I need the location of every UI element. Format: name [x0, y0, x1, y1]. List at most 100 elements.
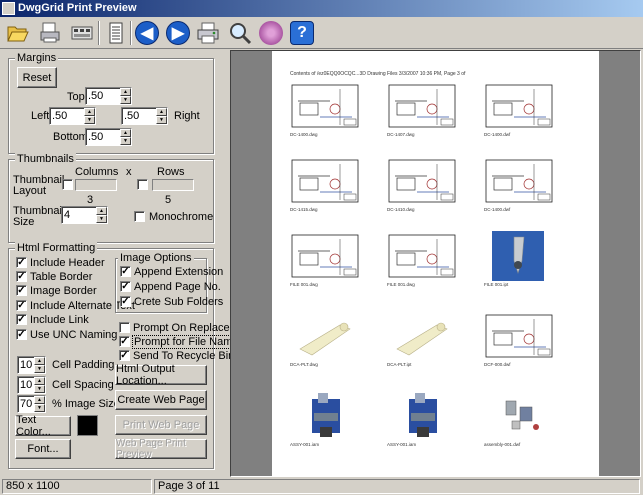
spin-down-icon[interactable]: ▼	[96, 215, 107, 223]
top-margin-input[interactable]	[88, 89, 118, 103]
table-border-checkbox[interactable]: ✓	[16, 271, 27, 282]
bottom-margin-label: Bottom	[53, 131, 88, 143]
include-alternate-text-checkbox[interactable]: ✓	[16, 300, 27, 311]
print-preview-area[interactable]: Contents of /ez0EQQ0OCQC...3D Drawing Fi…	[230, 50, 641, 477]
image-size-spinner[interactable]: ▲▼	[17, 395, 46, 413]
columns-slider-handle[interactable]	[62, 179, 73, 190]
spin-down-icon[interactable]: ▼	[120, 137, 131, 145]
spin-down-icon[interactable]: ▼	[84, 116, 95, 124]
single-page-button[interactable]	[102, 19, 130, 47]
next-page-icon: ▶	[166, 21, 190, 45]
thumbnail-item[interactable]: ASSY-001.iam	[290, 391, 360, 451]
image-size-input[interactable]	[20, 397, 34, 411]
image-size-label: % Image Size	[52, 398, 120, 410]
right-margin-input[interactable]	[124, 109, 154, 123]
thumbnail-item[interactable]: DCA-PLT.dwg	[290, 311, 360, 371]
right-margin-label: Right	[174, 110, 200, 122]
spin-up-icon[interactable]: ▲	[96, 207, 107, 215]
thumbnail-size-spinner[interactable]: ▲▼	[61, 206, 108, 224]
help-icon: ?	[290, 21, 314, 45]
previous-page-button[interactable]: ◀	[133, 19, 161, 47]
thumbnail-item[interactable]: DC-1400.dwf	[484, 156, 554, 216]
cell-spacing-input[interactable]	[20, 378, 34, 392]
thumbnail-item[interactable]: DC-1410.dwg	[387, 156, 457, 216]
spin-up-icon[interactable]: ▲	[34, 357, 45, 365]
columns-slider-track[interactable]	[75, 179, 117, 191]
text-color-swatch[interactable]	[77, 415, 98, 436]
thumbnail-item[interactable]: DC-1407.dwg	[387, 81, 457, 141]
use-unc-naming-checkbox[interactable]: ✓	[16, 329, 27, 340]
thumbnail-item[interactable]: DC-1400.dwf	[484, 81, 554, 141]
left-margin-input[interactable]	[52, 109, 82, 123]
right-margin-spinner[interactable]: ▲▼	[121, 107, 168, 125]
cell-spacing-spinner[interactable]: ▲▼	[17, 376, 46, 394]
prompt-for-file-name-checkbox[interactable]: ✓	[119, 336, 130, 347]
thumbnail-image	[290, 156, 360, 206]
thumbnail-item[interactable]: ASSY-001.iam	[387, 391, 457, 451]
spin-up-icon[interactable]: ▲	[156, 108, 167, 116]
create-sub-folders-checkbox[interactable]: ✓	[120, 296, 131, 307]
create-web-page-button[interactable]: Create Web Page	[115, 390, 207, 410]
append-extension-checkbox[interactable]: ✓	[120, 266, 131, 277]
left-margin-spinner[interactable]: ▲▼	[49, 107, 96, 125]
thumbnail-image	[387, 311, 457, 361]
spin-down-icon[interactable]: ▼	[34, 365, 45, 373]
printer-button[interactable]	[194, 19, 222, 47]
image-border-checkbox[interactable]: ✓	[16, 285, 27, 296]
text-color-button[interactable]: Text Color...	[15, 414, 71, 438]
bottom-margin-spinner[interactable]: ▲▼	[85, 128, 132, 146]
thumbnail-item[interactable]: FILE 001.dwg	[387, 231, 457, 291]
thumbnail-image	[484, 81, 554, 131]
web-page-print-preview-button[interactable]: Web Page Print Preview	[115, 438, 207, 460]
cell-padding-input[interactable]	[20, 358, 34, 372]
monochrome-label: Monochrome	[149, 211, 214, 223]
spin-up-icon[interactable]: ▲	[120, 129, 131, 137]
preview-page: Contents of /ez0EQQ0OCQC...3D Drawing Fi…	[272, 51, 599, 477]
spin-down-icon[interactable]: ▼	[34, 404, 45, 412]
help-button[interactable]: ?	[288, 19, 316, 47]
thumbnail-caption: FILE 001.ipt	[484, 282, 509, 287]
top-margin-spinner[interactable]: ▲▼	[85, 87, 132, 105]
font-button[interactable]: Font...	[15, 439, 71, 459]
thumbnail-item[interactable]: assembly-001.dwf	[484, 391, 554, 451]
include-header-checkbox[interactable]: ✓	[16, 257, 27, 268]
open-button[interactable]	[4, 19, 32, 47]
prompt-on-replace-checkbox[interactable]	[119, 322, 130, 333]
print-web-page-button[interactable]: Print Web Page	[115, 415, 207, 435]
thumbnail-item[interactable]: FILE 001.ipt	[484, 231, 554, 291]
monochrome-checkbox[interactable]	[134, 211, 145, 222]
thumbnail-item[interactable]: FILE 001.dwg	[290, 231, 360, 291]
page-setup-button[interactable]	[36, 19, 64, 47]
print-button[interactable]	[68, 19, 96, 47]
rows-slider-track[interactable]	[152, 179, 194, 191]
spin-down-icon[interactable]: ▼	[156, 116, 167, 124]
include-link-checkbox[interactable]: ✓	[16, 314, 27, 325]
app-icon	[2, 2, 15, 15]
bottom-margin-input[interactable]	[88, 130, 118, 144]
rows-slider-handle[interactable]	[137, 179, 148, 190]
send-to-recycle-bin-checkbox[interactable]: ✓	[119, 350, 130, 361]
html-output-location-button[interactable]: Html Output Location...	[115, 363, 207, 387]
spin-up-icon[interactable]: ▲	[34, 396, 45, 404]
use-unc-naming-label: Use UNC Naming	[30, 329, 118, 341]
zoom-button[interactable]	[226, 19, 254, 47]
thumbnail-item[interactable]: DCF-000.dwf	[484, 311, 554, 371]
append-page-no-checkbox[interactable]: ✓	[120, 281, 131, 292]
reset-button[interactable]: Reset	[17, 67, 57, 88]
cell-padding-spinner[interactable]: ▲▼	[17, 356, 46, 374]
thumbnail-item[interactable]: DC-1400.dwg	[290, 81, 360, 141]
spin-up-icon[interactable]: ▲	[120, 88, 131, 96]
append-page-no-label: Append Page No.	[134, 281, 221, 293]
open-icon	[7, 26, 29, 42]
thumbnail-size-input[interactable]	[64, 208, 94, 222]
spin-down-icon[interactable]: ▼	[34, 385, 45, 393]
thumbnail-item[interactable]: DC-1415.dwg	[290, 156, 360, 216]
record-button[interactable]	[257, 19, 285, 47]
spin-down-icon[interactable]: ▼	[120, 96, 131, 104]
thumbnail-item[interactable]: DCA-PLT.ipt	[387, 311, 457, 371]
title-bar: DwgGrid Print Preview	[0, 0, 643, 17]
thumbnail-caption: DC-1400.dwf	[484, 132, 511, 137]
next-page-button[interactable]: ▶	[164, 19, 192, 47]
spin-up-icon[interactable]: ▲	[84, 108, 95, 116]
spin-up-icon[interactable]: ▲	[34, 377, 45, 385]
